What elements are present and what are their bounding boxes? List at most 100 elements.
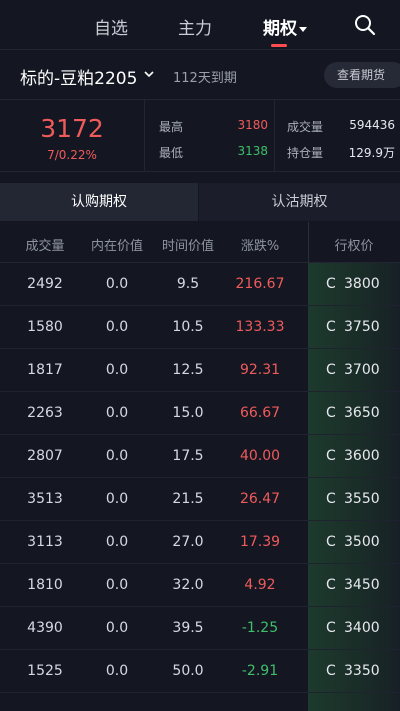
cell-time-value: 9.5 bbox=[176, 276, 200, 292]
cell-option-type: C bbox=[326, 620, 336, 636]
cell-strike-price: 3400 bbox=[344, 620, 380, 636]
cell-time-value: 10.5 bbox=[172, 319, 204, 335]
last-price: 3172 bbox=[40, 114, 104, 143]
cell-change-pct: 4.92 bbox=[244, 577, 276, 593]
tab-main-contracts[interactable]: 主力 bbox=[178, 14, 212, 39]
low-label: 最低 bbox=[159, 146, 184, 160]
cell-option-type: C bbox=[326, 491, 336, 507]
cell-time-value: 12.5 bbox=[172, 362, 204, 378]
view-futures-button[interactable]: 查看期货 bbox=[324, 62, 400, 88]
column-change-pct[interactable]: 涨跌% bbox=[222, 235, 298, 254]
cell-option-type: C bbox=[326, 663, 336, 679]
cell-option-type: C bbox=[326, 362, 336, 378]
table-row[interactable]: 1817 0.0 12.5 92.31 C 3700 bbox=[0, 349, 400, 392]
options-table: 2492 0.0 9.5 216.67 C 3800 1580 0.0 10.5 133.33 C 3… bbox=[0, 263, 400, 693]
cell-intrinsic-value: 0.0 bbox=[105, 534, 129, 550]
cell-change-pct: 216.67 bbox=[235, 276, 285, 292]
cell-volume: 1817 bbox=[27, 362, 63, 378]
high-label: 最高 bbox=[159, 120, 184, 134]
volume-value: 594436 bbox=[349, 118, 395, 132]
strike-column-divider bbox=[308, 222, 400, 263]
cell-intrinsic-value: 0.0 bbox=[105, 663, 129, 679]
cell-option-type: C bbox=[326, 448, 336, 464]
cell-time-value: 15.0 bbox=[172, 405, 204, 421]
volume-label: 成交量 bbox=[287, 120, 324, 134]
table-row[interactable]: 3113 0.0 27.0 17.39 C 3500 bbox=[0, 521, 400, 564]
cell-time-value: 21.5 bbox=[172, 491, 204, 507]
table-row[interactable]: 3513 0.0 21.5 26.47 C 3550 bbox=[0, 478, 400, 521]
table-row[interactable]: 4390 0.0 39.5 -1.25 C 3400 bbox=[0, 607, 400, 650]
cell-strike-price: 3450 bbox=[344, 577, 380, 593]
price-change: 7/0.22% bbox=[47, 148, 97, 162]
cell-strike-price: 3550 bbox=[344, 491, 380, 507]
quote-panel: 3172 7/0.22% 最高 3180 最低 3138 成交量 594436 … bbox=[0, 100, 400, 172]
caret-down-icon bbox=[299, 26, 307, 32]
cell-intrinsic-value: 0.0 bbox=[105, 405, 129, 421]
cell-change-pct: 92.31 bbox=[239, 362, 281, 378]
table-row[interactable]: 2492 0.0 9.5 216.67 C 3800 bbox=[0, 263, 400, 306]
top-nav: 自选 主力 期权 bbox=[0, 0, 400, 50]
tab-call-options[interactable]: 认购期权 bbox=[0, 183, 198, 221]
cell-volume: 3113 bbox=[27, 534, 63, 550]
cell-change-pct: 17.39 bbox=[239, 534, 281, 550]
cell-change-pct: 133.33 bbox=[235, 319, 285, 335]
cell-time-value: 32.0 bbox=[172, 577, 204, 593]
tab-options[interactable]: 期权 bbox=[263, 14, 307, 39]
high-value: 3180 bbox=[237, 118, 268, 132]
days-to-expiry: 112天到期 bbox=[173, 71, 237, 86]
column-time-value[interactable]: 时间价值 bbox=[152, 235, 224, 254]
cell-strike-price: 3350 bbox=[344, 663, 380, 679]
option-type-tabs: 认购期权 认沽期权 bbox=[0, 183, 400, 221]
divider bbox=[274, 100, 275, 172]
tab-watchlist[interactable]: 自选 bbox=[94, 14, 128, 39]
search-icon[interactable] bbox=[354, 14, 376, 36]
chevron-down-icon[interactable] bbox=[143, 68, 155, 80]
cell-strike-price: 3700 bbox=[344, 362, 380, 378]
cell-option-type: C bbox=[326, 276, 336, 292]
cell-strike-price: 3750 bbox=[344, 319, 380, 335]
cell-volume: 2807 bbox=[27, 448, 63, 464]
cell-volume: 1525 bbox=[27, 663, 63, 679]
cell-intrinsic-value: 0.0 bbox=[105, 362, 129, 378]
cell-change-pct: 66.67 bbox=[239, 405, 281, 421]
table-row[interactable]: 1580 0.0 10.5 133.33 C 3750 bbox=[0, 306, 400, 349]
cell-intrinsic-value: 0.0 bbox=[105, 577, 129, 593]
table-row[interactable]: 2807 0.0 17.5 40.00 C 3600 bbox=[0, 435, 400, 478]
cell-strike-price: 3800 bbox=[344, 276, 380, 292]
cell-time-value: 27.0 bbox=[172, 534, 204, 550]
cell-volume: 4390 bbox=[27, 620, 63, 636]
cell-volume: 2492 bbox=[27, 276, 63, 292]
cell-intrinsic-value: 0.0 bbox=[105, 620, 129, 636]
active-tab-indicator bbox=[271, 44, 287, 47]
divider bbox=[144, 100, 145, 172]
cell-change-pct: -1.25 bbox=[241, 620, 279, 636]
cell-volume: 3513 bbox=[27, 491, 63, 507]
table-row[interactable]: 1525 0.0 50.0 -2.91 C 3350 bbox=[0, 650, 400, 693]
table-row[interactable]: 2263 0.0 15.0 66.67 C 3650 bbox=[0, 392, 400, 435]
table-row[interactable]: 1810 0.0 32.0 4.92 C 3450 bbox=[0, 564, 400, 607]
cell-change-pct: 40.00 bbox=[239, 448, 281, 464]
cell-change-pct: 26.47 bbox=[239, 491, 281, 507]
cell-option-type: C bbox=[326, 534, 336, 550]
cell-strike-price: 3650 bbox=[344, 405, 380, 421]
underlying-bar: 标的-豆粕2205 112天到期 查看期货 bbox=[0, 50, 400, 100]
underlying-selector[interactable]: 标的-豆粕2205 bbox=[20, 64, 137, 89]
open-interest-label: 持仓量 bbox=[287, 146, 324, 160]
cell-intrinsic-value: 0.0 bbox=[105, 276, 129, 292]
open-interest-value: 129.9万 bbox=[348, 146, 395, 160]
cell-volume: 1580 bbox=[27, 319, 63, 335]
cell-change-pct: -2.91 bbox=[241, 663, 279, 679]
cell-option-type: C bbox=[326, 405, 336, 421]
cell-time-value: 17.5 bbox=[172, 448, 204, 464]
cell-time-value: 50.0 bbox=[172, 663, 204, 679]
column-volume[interactable]: 成交量 bbox=[10, 235, 80, 254]
cell-intrinsic-value: 0.0 bbox=[105, 491, 129, 507]
column-intrinsic-value[interactable]: 内在价值 bbox=[82, 235, 152, 254]
cell-volume: 1810 bbox=[27, 577, 63, 593]
tab-options-label: 期权 bbox=[263, 19, 297, 39]
cell-intrinsic-value: 0.0 bbox=[105, 448, 129, 464]
low-value: 3138 bbox=[237, 144, 268, 158]
cell-time-value: 39.5 bbox=[172, 620, 204, 636]
tab-put-options[interactable]: 认沽期权 bbox=[199, 183, 400, 221]
cell-strike-price: 3600 bbox=[344, 448, 380, 464]
